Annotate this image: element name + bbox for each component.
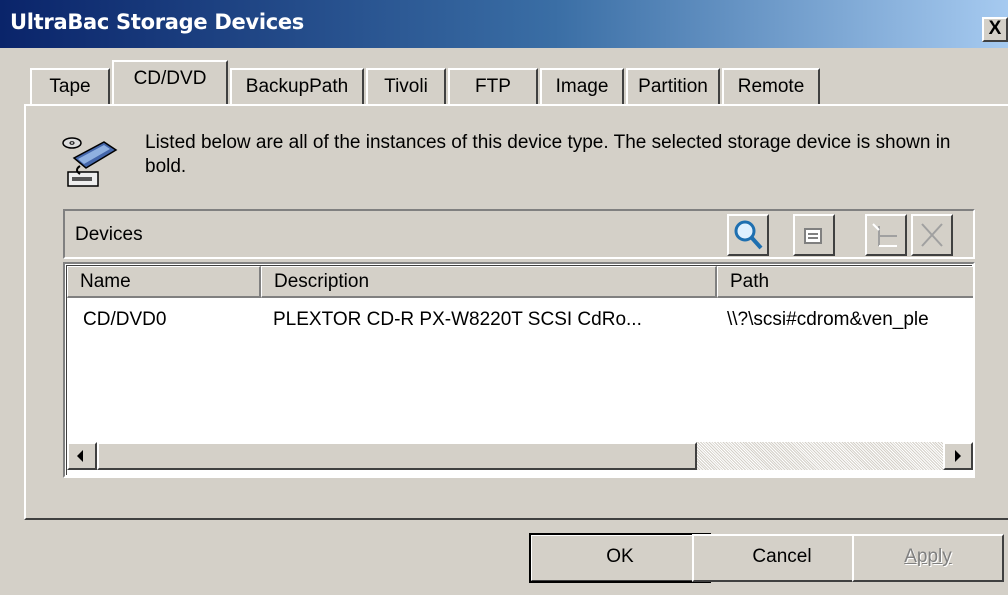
delete-button[interactable]	[911, 214, 953, 256]
scroll-left-button[interactable]	[67, 442, 97, 470]
tab-image[interactable]: Image	[540, 68, 624, 104]
close-icon: X	[988, 18, 1002, 39]
properties-button[interactable]	[793, 214, 835, 256]
column-header-name[interactable]: Name	[67, 266, 261, 298]
column-header-path[interactable]: Path	[717, 266, 973, 298]
tab-backuppath[interactable]: BackupPath	[230, 68, 364, 104]
devices-list[interactable]: Name Description Path CD/DVD0 PLEXTOR CD…	[63, 262, 975, 478]
tab-tape[interactable]: Tape	[30, 68, 110, 104]
cd-dvd-device-icon	[62, 137, 118, 187]
ok-button[interactable]: OK	[529, 533, 711, 583]
tab-tivoli[interactable]: Tivoli	[366, 68, 446, 104]
scroll-right-button[interactable]	[943, 442, 973, 470]
scrollbar-thumb[interactable]	[97, 442, 697, 470]
window-title: UltraBac Storage Devices	[10, 10, 305, 34]
add-button[interactable]	[865, 214, 907, 256]
cell-description: PLEXTOR CD-R PX-W8220T SCSI CdRo...	[273, 309, 642, 330]
arrow-left-icon	[77, 450, 83, 462]
tab-ftp[interactable]: FTP	[448, 68, 538, 104]
close-button[interactable]: X	[982, 17, 1008, 42]
tab-cd-dvd[interactable]: CD/DVD	[112, 60, 228, 104]
properties-icon	[804, 228, 822, 244]
title-bar[interactable]: UltraBac Storage Devices X	[0, 0, 1008, 48]
apply-button: Apply	[852, 534, 1004, 582]
delete-icon	[921, 223, 943, 247]
cell-name: CD/DVD0	[83, 309, 167, 330]
search-icon	[734, 220, 763, 250]
description-text: Listed below are all of the instances of…	[145, 132, 951, 177]
cell-path: \\?\scsi#cdrom&ven_ple	[727, 309, 929, 330]
storage-devices-dialog: UltraBac Storage Devices X Tape CD/DVD B…	[0, 0, 1008, 595]
devices-toolbar: Devices	[63, 209, 975, 259]
search-button[interactable]	[727, 214, 769, 256]
tab-partition[interactable]: Partition	[626, 68, 720, 104]
tab-remote[interactable]: Remote	[722, 68, 820, 104]
cancel-button[interactable]: Cancel	[692, 534, 872, 582]
devices-label: Devices	[75, 224, 143, 245]
horizontal-scrollbar[interactable]	[67, 442, 973, 470]
add-icon	[872, 223, 897, 247]
arrow-right-icon	[955, 450, 961, 462]
column-header-description[interactable]: Description	[261, 266, 717, 298]
